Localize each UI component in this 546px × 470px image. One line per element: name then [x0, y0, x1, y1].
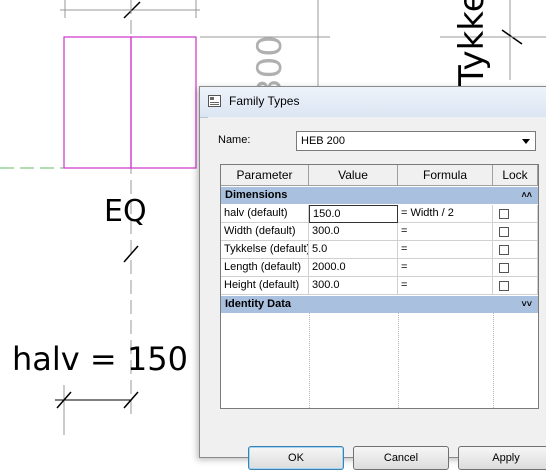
- apply-button[interactable]: Apply: [458, 446, 546, 470]
- parameter-lock-cell: [493, 277, 538, 295]
- column-header-lock[interactable]: Lock: [493, 165, 538, 186]
- dialog-title: Family Types: [229, 94, 300, 108]
- parameter-name: halv (default): [221, 205, 309, 223]
- table-row[interactable]: Length (default) 2000.0 =: [221, 259, 538, 277]
- lock-checkbox[interactable]: [499, 281, 509, 291]
- name-label: Name:: [218, 134, 251, 146]
- ok-button[interactable]: OK: [248, 446, 344, 470]
- parameter-lock-cell: [493, 259, 538, 277]
- lock-checkbox[interactable]: [499, 245, 509, 255]
- table-row[interactable]: Tykkelse (default) 5.0 =: [221, 241, 538, 259]
- table-row[interactable]: halv (default) 150.0 = Width / 2: [221, 205, 538, 223]
- column-header-formula[interactable]: Formula: [398, 165, 493, 186]
- parameters-grid[interactable]: Parameter Value Formula Lock Dimensions …: [220, 164, 539, 409]
- parameter-formula[interactable]: =: [398, 241, 493, 259]
- chevron-down-icon: [522, 139, 530, 144]
- eq-label: EQ: [104, 194, 147, 229]
- parameter-value-input[interactable]: 300.0: [309, 277, 398, 295]
- parameter-formula[interactable]: =: [398, 223, 493, 241]
- expand-icon[interactable]: ˅˅: [521, 296, 532, 313]
- table-row[interactable]: Width (default) 300.0 =: [221, 223, 538, 241]
- parameter-name: Tykkelse (default): [221, 241, 309, 259]
- family-types-dialog[interactable]: Family Types Name: HEB 200 Parameter Val…: [199, 86, 546, 470]
- parameter-lock-cell: [493, 241, 538, 259]
- parameter-lock-cell: [493, 205, 538, 223]
- parameter-formula[interactable]: =: [398, 259, 493, 277]
- group-label: Dimensions: [225, 189, 288, 201]
- parameter-value-input[interactable]: 300.0: [309, 223, 398, 241]
- column-header-parameter[interactable]: Parameter: [221, 165, 309, 186]
- name-dropdown-value: HEB 200: [301, 135, 346, 147]
- cancel-button[interactable]: Cancel: [353, 446, 449, 470]
- group-dimensions[interactable]: Dimensions ˄˄: [221, 187, 538, 204]
- name-dropdown[interactable]: HEB 200: [296, 131, 536, 151]
- dialog-titlebar[interactable]: Family Types: [200, 87, 546, 118]
- parameter-formula[interactable]: = Width / 2: [398, 205, 493, 223]
- column-divider: [398, 313, 399, 408]
- flange-right-rect[interactable]: [130, 36, 197, 169]
- dialog-body: Name: HEB 200 Parameter Value Formula Lo…: [208, 117, 546, 470]
- column-divider: [493, 313, 494, 408]
- lock-checkbox[interactable]: [499, 209, 509, 219]
- parameter-name: Width (default): [221, 223, 309, 241]
- group-identity-data[interactable]: Identity Data ˅˅: [221, 296, 538, 313]
- halv-label: halv = 150: [12, 340, 188, 378]
- parameter-name: Height (default): [221, 277, 309, 295]
- parameter-value-input[interactable]: 5.0: [309, 241, 398, 259]
- column-header-value[interactable]: Value: [309, 165, 398, 186]
- parameter-value-input[interactable]: 2000.0: [309, 259, 398, 277]
- parameter-formula[interactable]: =: [398, 277, 493, 295]
- lock-checkbox[interactable]: [499, 227, 509, 237]
- dim-vertical-text-right: Tykkelse: [452, 0, 492, 86]
- parameter-name: Length (default): [221, 259, 309, 277]
- lock-checkbox[interactable]: [499, 263, 509, 273]
- family-types-icon: [208, 95, 221, 107]
- parameter-lock-cell: [493, 223, 538, 241]
- table-row[interactable]: Height (default) 300.0 =: [221, 277, 538, 295]
- column-divider: [309, 313, 310, 408]
- flange-left-rect[interactable]: [63, 36, 132, 169]
- collapse-icon[interactable]: ˄˄: [521, 187, 532, 204]
- parameter-value-input[interactable]: 150.0: [309, 205, 398, 223]
- group-label: Identity Data: [225, 298, 292, 310]
